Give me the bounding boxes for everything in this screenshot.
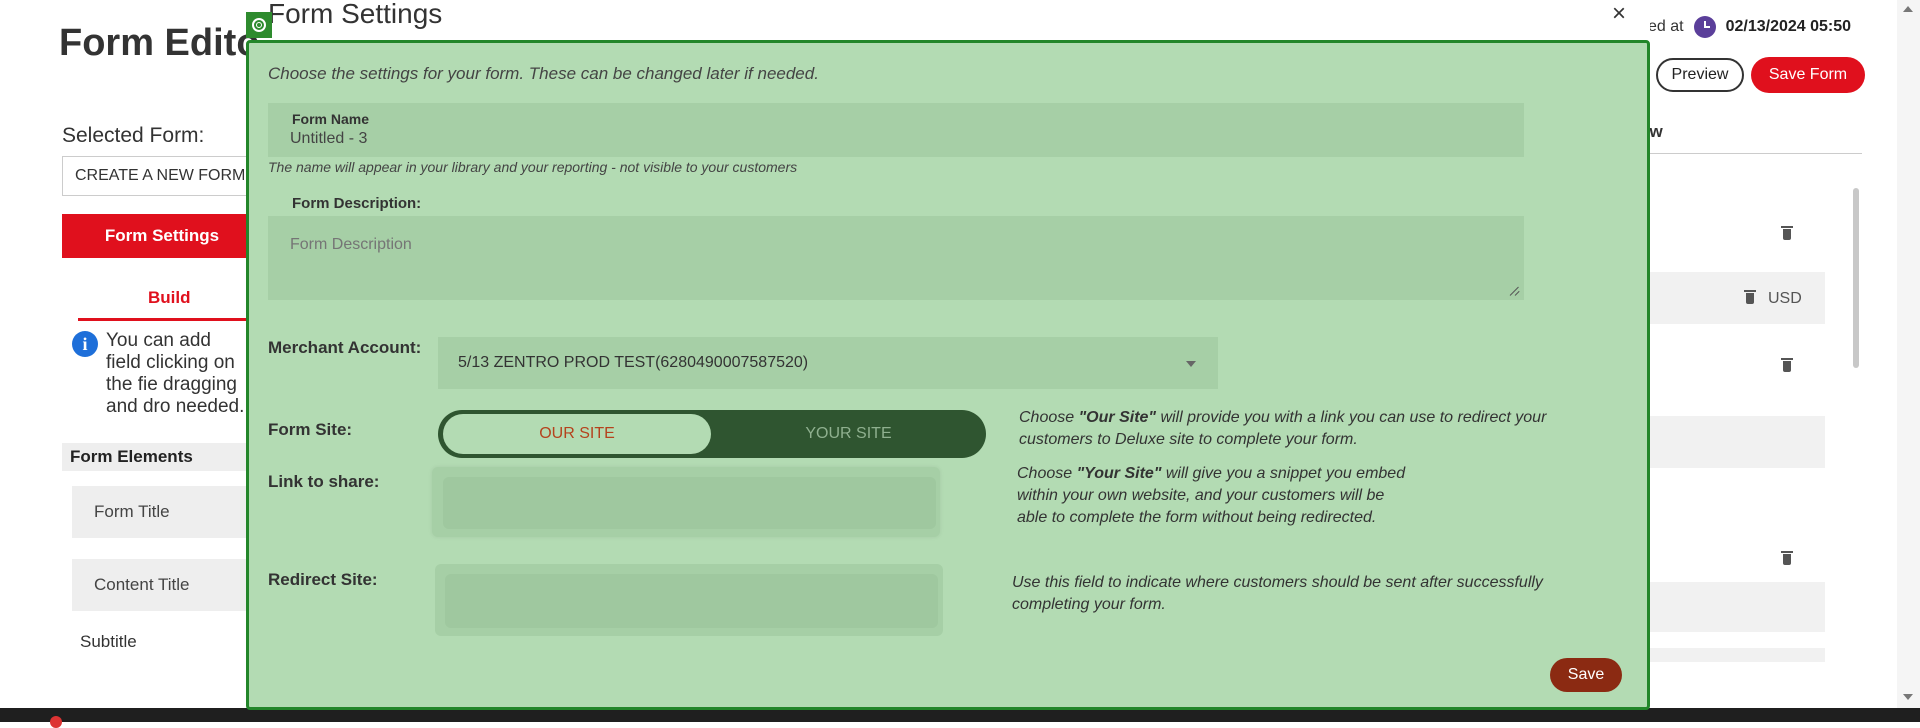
- saved-status: ved at 02/13/2024 05:50: [1640, 16, 1851, 38]
- trash-icon[interactable]: [1781, 226, 1793, 240]
- currency-label: USD: [1768, 290, 1802, 307]
- form-name-label: Form Name: [292, 111, 370, 127]
- merchant-select[interactable]: 5/13 ZENTRO PROD TEST(6280490007587520): [438, 337, 1218, 389]
- scroll-up-icon[interactable]: [1903, 6, 1913, 12]
- chevron-down-icon[interactable]: [1186, 361, 1196, 367]
- help-our-site: Choose "Our Site" will provide you with …: [1019, 409, 1547, 448]
- element-content-title[interactable]: Content Title: [72, 559, 262, 611]
- tab-divider: [1640, 153, 1862, 154]
- description-label: Form Description:: [292, 195, 422, 212]
- tab-build[interactable]: Build: [148, 288, 191, 308]
- form-site-label: Form Site:: [268, 420, 353, 439]
- link-label: Link to share:: [268, 472, 380, 491]
- saved-date: 02/13/2024 05:50: [1725, 18, 1852, 35]
- taskbar: [0, 708, 1920, 728]
- preview-button[interactable]: Preview: [1656, 58, 1744, 92]
- form-elements-header: Form Elements: [62, 443, 262, 471]
- selected-form-select[interactable]: CREATE A NEW FORM: [62, 156, 262, 196]
- form-name-hint: The name will appear in your library and…: [268, 159, 798, 175]
- redirect-input[interactable]: [445, 574, 938, 628]
- scroll-down-icon[interactable]: [1903, 694, 1913, 700]
- right-panel-row: [1640, 648, 1825, 662]
- merchant-value: 5/13 ZENTRO PROD TEST(6280490007587520): [458, 354, 809, 371]
- window-scrollbar[interactable]: [1897, 0, 1920, 708]
- merchant-label: Merchant Account:: [268, 338, 422, 357]
- modal-header: [246, 0, 1650, 38]
- tab-build-underline: [78, 318, 262, 321]
- selected-form-label: Selected Form:: [62, 124, 205, 147]
- form-name-input[interactable]: [290, 128, 1190, 150]
- panel-scrollbar[interactable]: [1853, 188, 1859, 368]
- description-textarea[interactable]: [268, 216, 1524, 300]
- right-panel-row: [1640, 582, 1825, 632]
- page-title: Form Edito: [59, 22, 260, 64]
- toggle-your-site[interactable]: YOUR SITE: [716, 414, 981, 454]
- link-input[interactable]: [443, 477, 936, 529]
- toggle-our-site[interactable]: OUR SITE: [443, 414, 711, 454]
- redirect-label: Redirect Site:: [268, 570, 378, 589]
- resize-handle-icon[interactable]: [1510, 286, 1520, 296]
- modal-intro: Choose the settings for your form. These…: [268, 64, 819, 83]
- save-button[interactable]: Save: [1550, 658, 1622, 692]
- element-subtitle[interactable]: Subtitle: [80, 632, 137, 652]
- clock-icon: [1693, 16, 1716, 38]
- trash-icon[interactable]: [1744, 290, 1756, 304]
- form-settings-button[interactable]: Form Settings: [62, 214, 262, 258]
- trash-icon[interactable]: [1781, 358, 1793, 372]
- trash-icon[interactable]: [1781, 551, 1793, 565]
- close-button[interactable]: ×: [1612, 0, 1626, 28]
- info-icon: i: [72, 331, 98, 357]
- modal-title: Form Settings: [268, 0, 443, 29]
- target-icon: [246, 12, 272, 38]
- right-panel-row: [1640, 416, 1825, 468]
- info-text: You can add field clicking on the fie dr…: [106, 330, 245, 417]
- save-form-button[interactable]: Save Form: [1751, 57, 1865, 93]
- help-your-site: Choose "Your Site" will give you a snipp…: [1017, 465, 1406, 526]
- element-form-title[interactable]: Form Title: [72, 486, 262, 538]
- taskbar-app-icon[interactable]: [50, 716, 62, 728]
- help-redirect: Use this field to indicate where custome…: [1012, 574, 1543, 613]
